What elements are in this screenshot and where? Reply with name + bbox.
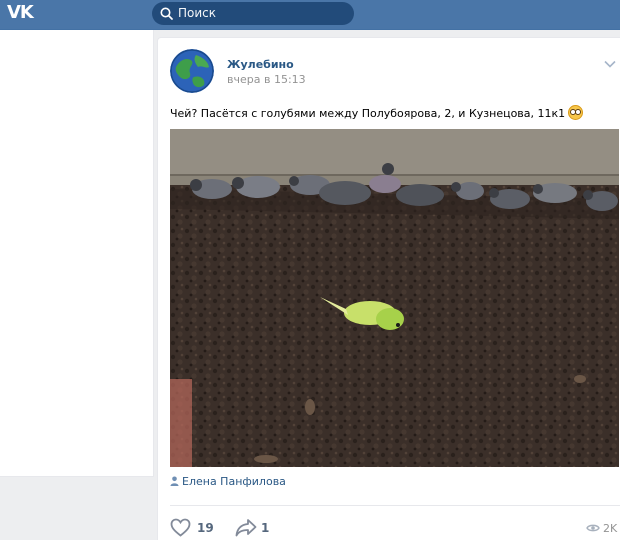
post-text-content: Чей? Пасётся с голубями между Полубояров… xyxy=(170,107,566,120)
eye-icon xyxy=(586,524,600,532)
top-bar: VK xyxy=(0,0,620,30)
user-icon xyxy=(170,476,179,486)
post-author-link[interactable]: Жулебино xyxy=(227,58,294,71)
search-box[interactable] xyxy=(152,2,354,25)
heart-icon xyxy=(170,518,191,537)
vk-logo[interactable]: VK xyxy=(7,2,34,24)
search-input[interactable] xyxy=(178,2,348,25)
like-count: 19 xyxy=(197,521,214,535)
divider xyxy=(170,505,620,506)
wall-post: Жулебино вчера в 15:13 Чей? Пасётся с го… xyxy=(157,37,620,540)
search-icon xyxy=(160,7,173,20)
signer-name: Елена Панфилова xyxy=(182,475,286,488)
post-signer[interactable]: Елена Панфилова xyxy=(170,475,286,488)
share-count: 1 xyxy=(261,521,270,535)
parrot-and-pigeons-image xyxy=(170,129,619,467)
post-photo[interactable] xyxy=(170,129,619,467)
views-count: 2K xyxy=(603,522,618,535)
left-sidebar xyxy=(0,30,154,477)
avatar[interactable] xyxy=(170,49,214,93)
earth-avatar-image xyxy=(170,49,214,93)
chevron-down-icon[interactable] xyxy=(604,60,616,68)
flushed-emoji-icon xyxy=(568,105,584,120)
share-arrow-icon xyxy=(235,519,257,537)
post-text: Чей? Пасётся с голубями между Полубояров… xyxy=(170,105,584,120)
post-timestamp[interactable]: вчера в 15:13 xyxy=(227,73,306,86)
